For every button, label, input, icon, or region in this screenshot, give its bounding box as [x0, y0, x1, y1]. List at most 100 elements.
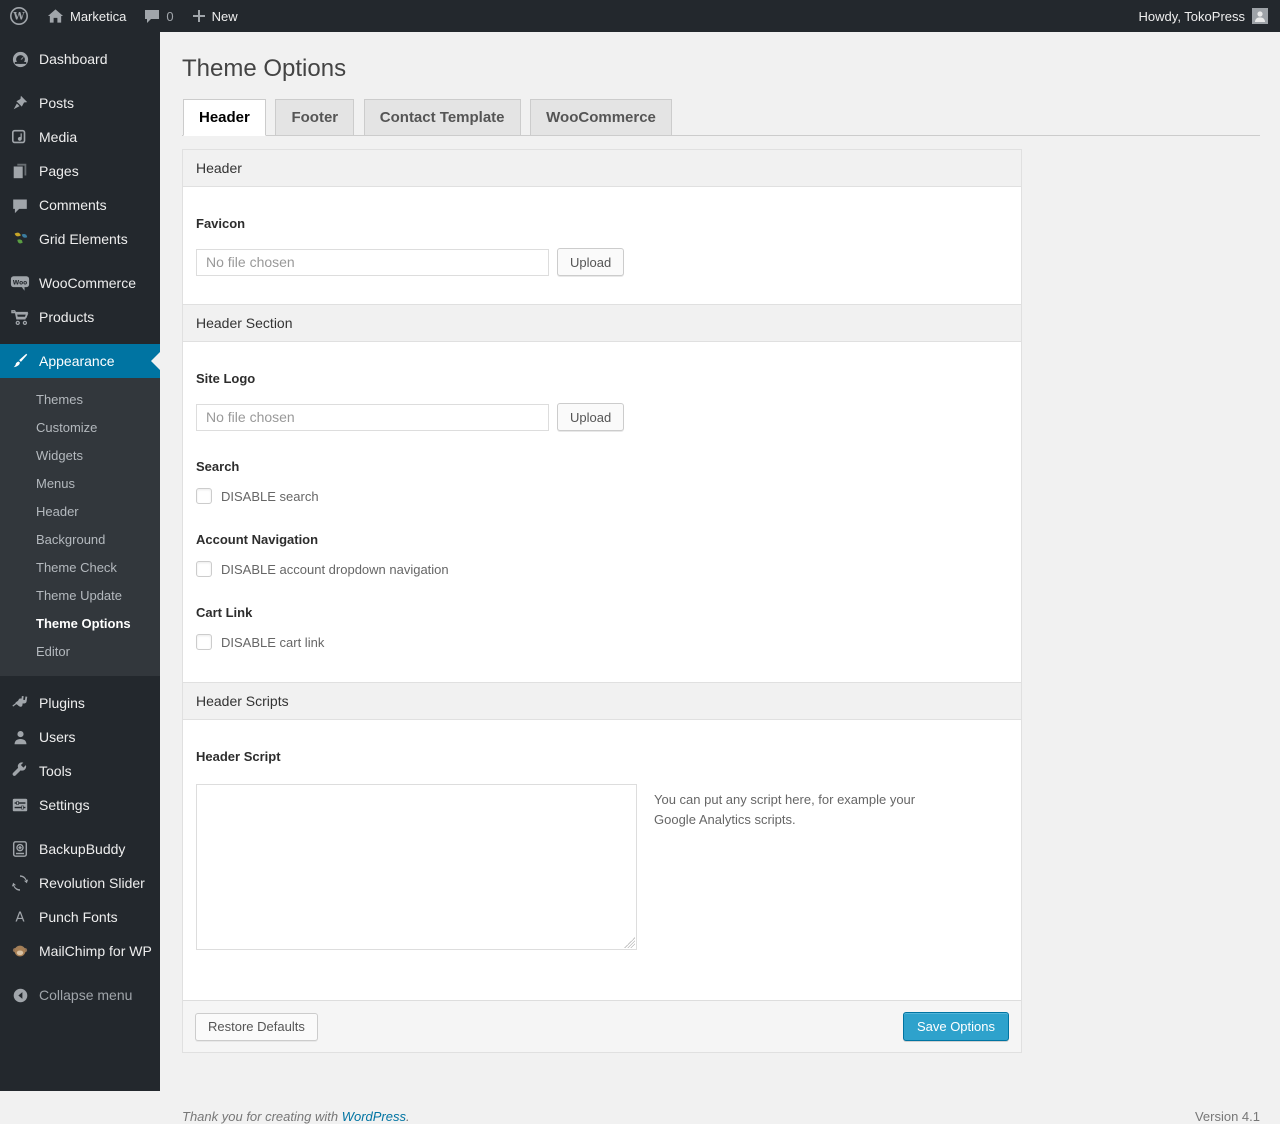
mailchimp-monkey-icon	[10, 941, 30, 961]
favicon-file-input[interactable]	[196, 248, 549, 276]
site-menu[interactable]: Marketica	[38, 0, 135, 32]
admin-bar: W Marketica 0 New Howdy, TokoPress	[0, 0, 1280, 32]
sidebar-item-label: Media	[39, 129, 78, 145]
submenu-item-menus[interactable]: Menus	[0, 470, 160, 498]
sidebar-item-comments[interactable]: Comments	[0, 188, 160, 222]
howdy-text: Howdy, TokoPress	[1138, 8, 1245, 24]
account-menu[interactable]: Howdy, TokoPress	[1135, 0, 1272, 32]
disable-account-nav-checkbox[interactable]	[196, 561, 212, 578]
tab-header[interactable]: Header	[183, 99, 266, 137]
sidebar-item-label: Grid Elements	[39, 231, 128, 247]
page-title: Theme Options	[182, 55, 347, 82]
plus-icon	[192, 9, 206, 23]
account-navigation-label: Account Navigation	[196, 532, 319, 548]
brush-icon	[10, 351, 30, 371]
sidebar-item-dashboard[interactable]: Dashboard	[0, 42, 160, 76]
footer-thanks: Thank you for creating with WordPress.	[182, 1109, 410, 1124]
favicon-label: Favicon	[196, 216, 246, 232]
sidebar-item-posts[interactable]: Posts	[0, 86, 160, 120]
submenu-item-theme-check[interactable]: Theme Check	[0, 554, 160, 582]
sidebar-item-label: Dashboard	[39, 51, 108, 67]
sidebar-item-products[interactable]: Products	[0, 300, 160, 334]
sidebar-item-revolution-slider[interactable]: Revolution Slider	[0, 866, 160, 900]
favicon-upload-button[interactable]: Upload	[557, 248, 625, 277]
sidebar-item-media[interactable]: Media	[0, 120, 160, 154]
sidebar-item-mailchimp[interactable]: MailChimp for WP	[0, 934, 160, 968]
settings-icon	[10, 795, 30, 815]
restore-defaults-button[interactable]: Restore Defaults	[195, 1012, 318, 1041]
save-options-button[interactable]: Save Options	[902, 1012, 1009, 1042]
sidebar-item-label: BackupBuddy	[39, 841, 126, 857]
tab-contact-template[interactable]: Contact Template	[363, 99, 521, 136]
admin-sidebar: Dashboard Posts Media Pages Comments Gri…	[0, 32, 160, 1091]
comment-bubble-icon	[144, 9, 160, 24]
sidebar-item-settings[interactable]: Settings	[0, 788, 160, 822]
appearance-submenu: Themes Customize Widgets Menus Header Ba…	[0, 378, 160, 676]
sidebar-item-woocommerce[interactable]: Woo WooCommerce	[0, 266, 160, 300]
comments-count: 0	[166, 8, 174, 24]
sidebar-item-label: MailChimp for WP	[39, 943, 152, 959]
site-logo-label: Site Logo	[196, 371, 256, 387]
tab-woocommerce[interactable]: WooCommerce	[530, 99, 672, 136]
sidebar-item-label: Punch Fonts	[39, 909, 118, 925]
submenu-item-background[interactable]: Background	[0, 526, 160, 554]
sidebar-item-label: Comments	[39, 197, 107, 213]
disable-search-checkbox[interactable]	[196, 488, 212, 505]
cart-icon	[10, 307, 30, 327]
sidebar-item-pages[interactable]: Pages	[0, 154, 160, 188]
wordpress-logo-icon[interactable]: W	[0, 0, 38, 32]
sidebar-item-punch-fonts[interactable]: A Punch Fonts	[0, 900, 160, 934]
version-text: Version 4.1	[1194, 1109, 1260, 1124]
section-header-section: Header Section	[183, 304, 1021, 343]
sidebar-item-grid-elements[interactable]: Grid Elements	[0, 222, 160, 256]
site-logo-upload-button[interactable]: Upload	[557, 403, 625, 432]
sidebar-item-users[interactable]: Users	[0, 720, 160, 754]
svg-text:W: W	[12, 12, 25, 23]
sidebar-item-label: Revolution Slider	[39, 875, 145, 891]
cart-link-label: Cart Link	[196, 605, 253, 621]
pushpin-icon	[10, 93, 30, 113]
grid-elements-icon	[10, 229, 30, 249]
header-script-label: Header Script	[196, 749, 281, 765]
header-script-textarea[interactable]	[196, 784, 637, 951]
new-label: New	[211, 8, 238, 24]
search-label: Search	[196, 459, 240, 475]
sidebar-item-tools[interactable]: Tools	[0, 754, 160, 788]
thanks-period: .	[406, 1109, 410, 1124]
submenu-item-theme-options[interactable]: Theme Options	[0, 610, 160, 638]
submenu-item-theme-update[interactable]: Theme Update	[0, 582, 160, 610]
submenu-item-themes[interactable]: Themes	[0, 386, 160, 414]
panel-footer: Restore Defaults Save Options	[183, 1000, 1021, 1053]
sidebar-item-label: WooCommerce	[39, 275, 136, 291]
letter-a-icon: A	[10, 907, 30, 927]
sidebar-item-plugins[interactable]: Plugins	[0, 686, 160, 720]
user-icon	[10, 727, 30, 747]
tab-footer[interactable]: Footer	[275, 99, 355, 136]
section-header-scripts: Header Scripts	[183, 682, 1021, 721]
submenu-item-editor[interactable]: Editor	[0, 638, 160, 666]
comments-icon	[10, 195, 30, 215]
sidebar-item-label: Pages	[39, 163, 79, 179]
sidebar-item-backupbuddy[interactable]: BackupBuddy	[0, 832, 160, 866]
svg-text:A: A	[15, 910, 25, 926]
sidebar-item-label: Users	[39, 729, 76, 745]
disable-cart-link-checkbox[interactable]	[196, 634, 212, 651]
wordpress-link[interactable]: WordPress	[342, 1109, 406, 1124]
thanks-text: Thank you for creating with	[182, 1109, 342, 1124]
plugin-icon	[10, 693, 30, 713]
sidebar-item-label: Tools	[39, 763, 72, 779]
submenu-item-widgets[interactable]: Widgets	[0, 442, 160, 470]
woocommerce-icon: Woo	[10, 273, 30, 293]
comments-menu[interactable]: 0	[135, 0, 182, 32]
sidebar-item-label: Settings	[39, 797, 90, 813]
sidebar-item-appearance[interactable]: Appearance	[0, 344, 160, 378]
submenu-item-customize[interactable]: Customize	[0, 414, 160, 442]
site-logo-file-input[interactable]	[196, 403, 549, 431]
revolution-slider-icon	[10, 873, 30, 893]
sidebar-item-label: Products	[39, 309, 95, 325]
new-menu[interactable]: New	[183, 0, 247, 32]
pages-icon	[10, 161, 30, 181]
collapse-menu-button[interactable]: Collapse menu	[0, 978, 160, 1012]
backupbuddy-icon	[10, 839, 30, 859]
submenu-item-header[interactable]: Header	[0, 498, 160, 526]
